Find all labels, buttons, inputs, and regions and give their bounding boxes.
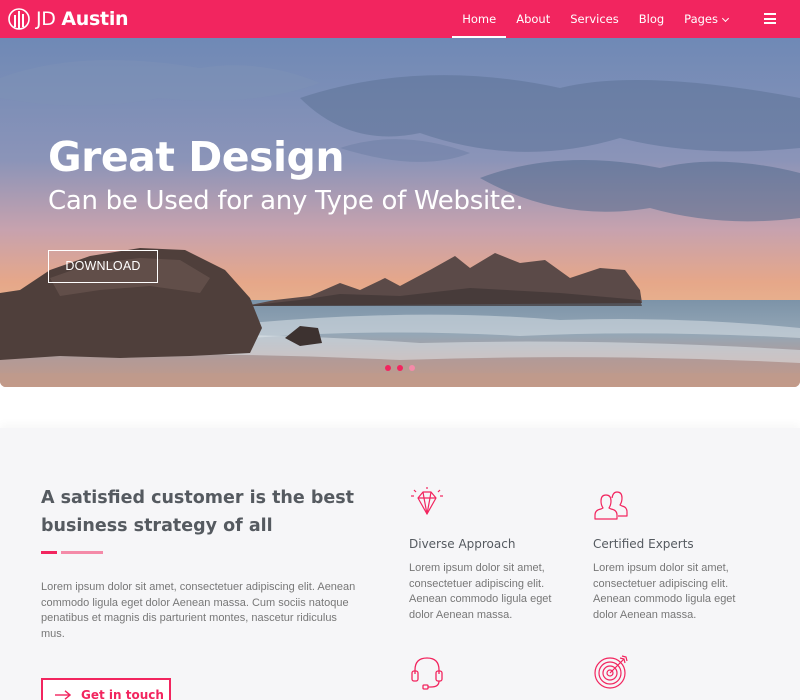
nav-item-home[interactable]: Home <box>452 0 507 38</box>
nav-item-services[interactable]: Services <box>560 0 629 38</box>
hero-slider: Great Design Can be Used for any Type of… <box>0 38 800 387</box>
section-title: A satisfied customer is the best busines… <box>41 488 355 536</box>
logo-text: JD Austin <box>36 8 129 30</box>
logo-icon <box>8 8 30 30</box>
slider-dots <box>385 365 421 371</box>
get-in-touch-button[interactable]: Get in touch <box>41 678 171 700</box>
top-navbar: JD Austin Home About Services Blog Pages <box>0 0 800 38</box>
download-button[interactable]: DOWNLOAD <box>48 250 158 283</box>
feature-diverse-approach: Diverse Approach Lorem ipsum dolor sit a… <box>409 486 579 623</box>
slider-dot-3[interactable] <box>409 365 415 371</box>
hero-subtitle: Can be Used for any Type of Website. <box>48 186 524 216</box>
title-underline <box>41 551 103 554</box>
main-nav: Home About Services Blog Pages <box>452 0 738 38</box>
diamond-icon <box>411 487 443 515</box>
feature-title: Diverse Approach <box>409 537 516 551</box>
site-logo[interactable]: JD Austin <box>8 6 129 32</box>
section-paragraph: Lorem ipsum dolor sit amet, consectetuer… <box>41 581 356 641</box>
feature-title: Certified Experts <box>593 537 694 551</box>
nav-item-about[interactable]: About <box>506 0 560 38</box>
nav-item-pages[interactable]: Pages <box>674 0 738 38</box>
feature-text: Lorem ipsum dolor sit amet, consectetuer… <box>593 562 736 621</box>
features-section: A satisfied customer is the best busines… <box>0 428 800 700</box>
slider-dot-2[interactable] <box>397 365 403 371</box>
nav-item-blog[interactable]: Blog <box>629 0 674 38</box>
hero-title: Great Design <box>48 133 345 181</box>
target-icon <box>594 655 628 689</box>
menu-icon[interactable] <box>764 13 776 24</box>
headset-icon <box>411 657 443 690</box>
feature-text: Lorem ipsum dolor sit amet, consectetuer… <box>409 562 552 621</box>
feature-certified-experts: Certified Experts Lorem ipsum dolor sit … <box>593 486 763 623</box>
users-icon <box>594 491 628 520</box>
feature-support <box>409 654 579 700</box>
chevron-down-icon <box>721 14 730 23</box>
arrow-right-icon <box>55 690 71 700</box>
slider-dot-1[interactable] <box>385 365 391 371</box>
feature-target <box>593 654 763 700</box>
